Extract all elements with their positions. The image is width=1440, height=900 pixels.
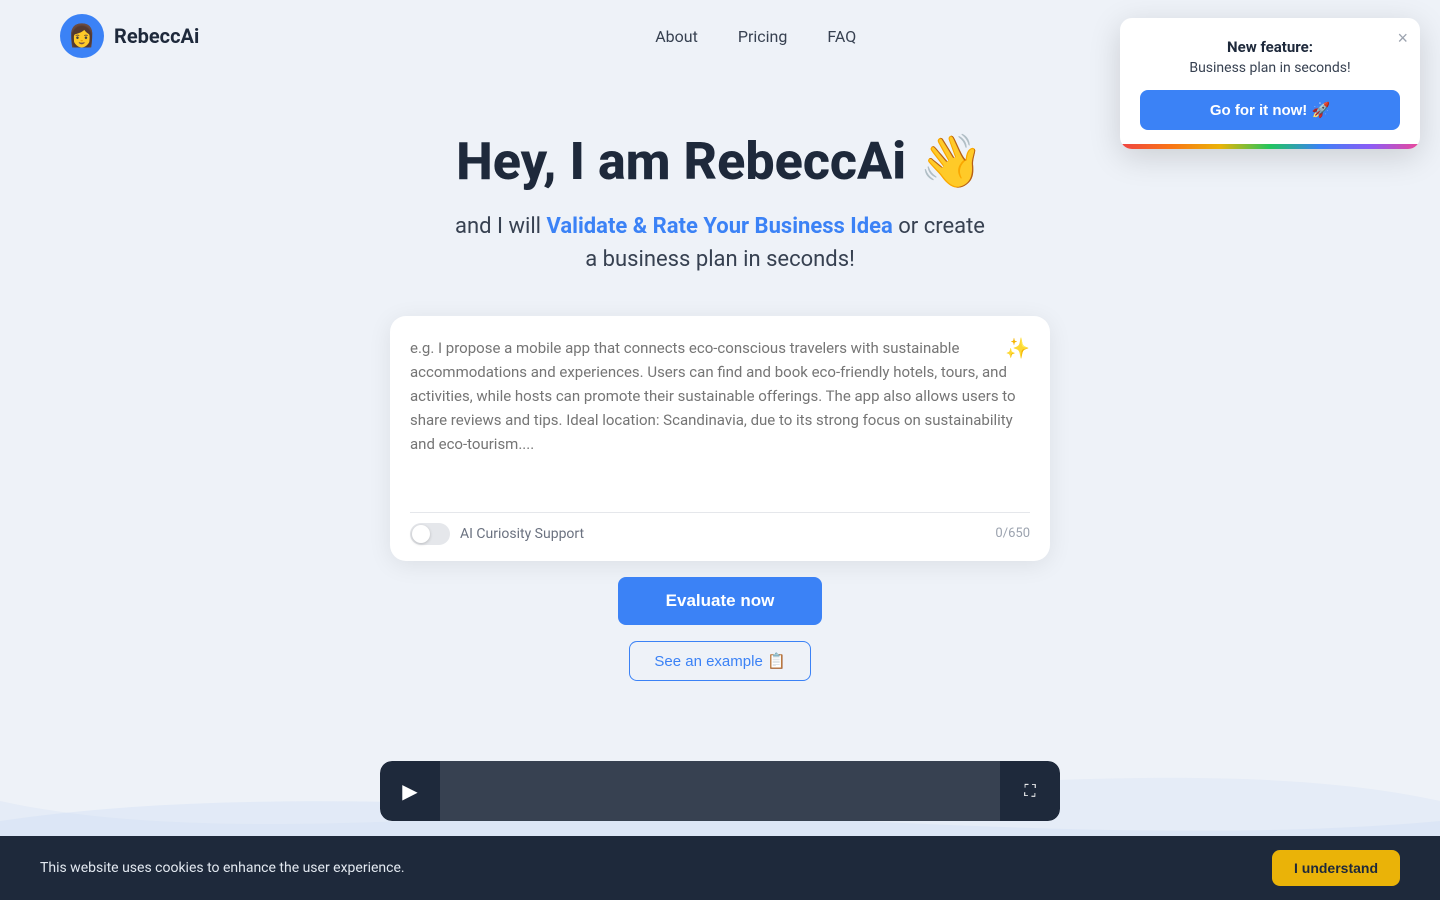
video-play-left[interactable]: ▶	[380, 761, 440, 821]
cookie-accept-button[interactable]: I understand	[1272, 850, 1400, 886]
popup-close-button[interactable]: ×	[1397, 28, 1408, 49]
popup-title: New feature:	[1140, 38, 1400, 56]
evaluate-button[interactable]: Evaluate now	[618, 577, 823, 625]
play-icon: ▶	[402, 779, 417, 803]
popup-subtitle: Business plan in seconds!	[1140, 60, 1400, 76]
video-progress	[440, 761, 1000, 821]
nav-link-faq[interactable]: FAQ	[827, 27, 856, 46]
logo-text: RebeccAi	[114, 24, 199, 48]
video-bar: ▶ ⛶	[380, 761, 1060, 821]
textarea-wrap: ✨	[390, 316, 1050, 500]
idea-input-card: ✨ AI Curiosity Support 0/650	[390, 316, 1050, 561]
nav-link-pricing[interactable]: Pricing	[738, 27, 788, 46]
logo[interactable]: 👩 RebeccAi	[60, 14, 199, 58]
subtitle-highlight: Validate & Rate Your Business Idea	[547, 214, 893, 239]
see-example-button[interactable]: See an example 📋	[629, 641, 810, 681]
nav-link-about[interactable]: About	[655, 27, 698, 46]
idea-textarea[interactable]	[410, 336, 1030, 496]
magic-icon: ✨	[1005, 338, 1030, 360]
nav-links: About Pricing FAQ	[655, 27, 856, 46]
example-label: See an example 📋	[654, 652, 785, 670]
toggle-wrap: AI Curiosity Support	[410, 523, 584, 545]
video-controls-right[interactable]: ⛶	[1000, 761, 1060, 821]
hero-section: Hey, I am RebeccAi 👋 and I will Validate…	[0, 72, 1440, 861]
logo-avatar: 👩	[60, 14, 104, 58]
fullscreen-icon: ⛶	[1024, 781, 1035, 801]
cookie-bar: This website uses cookies to enhance the…	[0, 836, 1440, 900]
toggle-label: AI Curiosity Support	[460, 526, 584, 542]
example-button-wrap: See an example 📋	[20, 641, 1420, 721]
ai-curiosity-toggle[interactable]	[410, 523, 450, 545]
cookie-text: This website uses cookies to enhance the…	[40, 860, 405, 876]
magic-icon-button[interactable]: ✨	[1005, 336, 1030, 361]
char-count: 0/650	[995, 526, 1030, 541]
subtitle-after: or create	[893, 214, 985, 239]
subtitle-before: and I will	[455, 214, 546, 239]
subtitle-line2: a business plan in seconds!	[585, 247, 855, 272]
popup-cta-button[interactable]: Go for it now! 🚀	[1140, 90, 1400, 130]
card-footer: AI Curiosity Support 0/650	[390, 513, 1050, 561]
feature-popup: × New feature: Business plan in seconds!…	[1120, 18, 1420, 149]
popup-rainbow-bar	[1120, 144, 1420, 149]
hero-subtitle: and I will Validate & Rate Your Business…	[20, 210, 1420, 276]
